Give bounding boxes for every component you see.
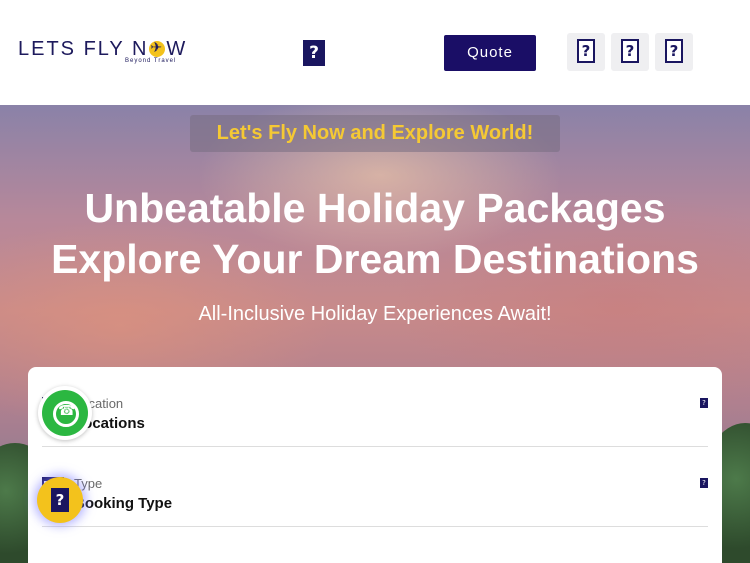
header-icon-button-2[interactable]: ?: [611, 33, 649, 71]
quote-button[interactable]: Quote: [444, 35, 536, 71]
header-icon-button-1[interactable]: ?: [567, 33, 605, 71]
missing-glyph-icon: ?: [665, 39, 683, 63]
logo-tagline: Beyond Travel: [125, 58, 177, 64]
help-icon: ?: [51, 488, 69, 512]
booking-type-field[interactable]: Type Booking Type ?: [42, 447, 708, 527]
hero-title-line-2: Explore Your Dream Destinations: [51, 236, 699, 282]
logo-text-end: W: [166, 38, 188, 60]
missing-glyph-icon: ?: [621, 39, 639, 63]
location-field[interactable]: Location Locations ?: [42, 367, 708, 447]
logo-text-start: LETS FLY N: [18, 38, 149, 60]
hero-tagline: Let's Fly Now and Explore World!: [190, 115, 560, 152]
whatsapp-icon: [42, 390, 88, 436]
help-button[interactable]: ?: [37, 477, 83, 523]
hero-subtitle: All-Inclusive Holiday Experiences Await!: [198, 303, 552, 325]
field-label: Booking Type: [74, 495, 173, 512]
missing-glyph-icon: ?: [577, 39, 595, 63]
dropdown-icon[interactable]: ?: [700, 398, 708, 408]
placeholder-icon[interactable]: ?: [303, 40, 325, 66]
hero-title: Unbeatable Holiday Packages Explore Your…: [0, 183, 750, 285]
site-header: LETS FLY N W Beyond Travel ? Quote ? ? ?: [0, 0, 750, 105]
site-logo[interactable]: LETS FLY N W Beyond Travel: [18, 38, 188, 68]
hero-title-line-1: Unbeatable Holiday Packages: [84, 185, 666, 231]
plane-icon: [149, 39, 166, 57]
whatsapp-button[interactable]: [38, 386, 92, 440]
header-icon-button-3[interactable]: ?: [655, 33, 693, 71]
booking-search-card: Location Locations ? Type Booking Type ?: [28, 367, 722, 563]
dropdown-icon[interactable]: ?: [700, 478, 708, 488]
hero-banner: Let's Fly Now and Explore World! Unbeata…: [0, 105, 750, 563]
